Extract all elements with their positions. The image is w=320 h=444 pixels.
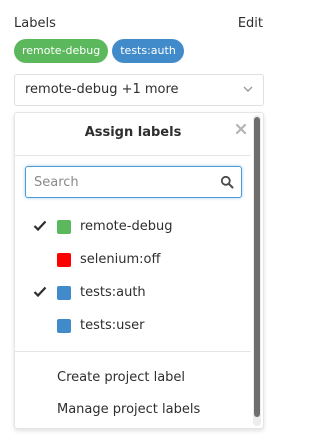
label-option-name: tests:auth	[80, 285, 146, 300]
label-option-selenium-off[interactable]: selenium:off	[15, 243, 251, 276]
dropdown-value: remote-debug +1 more	[25, 82, 179, 97]
label-chip-tests-auth[interactable]: tests:auth	[112, 39, 184, 63]
label-option-tests-auth[interactable]: tests:auth	[15, 276, 251, 309]
menu-title: Assign labels	[84, 125, 182, 140]
label-option-remote-debug[interactable]: remote-debug	[15, 210, 251, 243]
close-icon[interactable]	[235, 123, 247, 135]
scrollbar-thumb[interactable]	[254, 117, 260, 417]
labels-header: Labels Edit	[14, 13, 263, 33]
label-color-swatch	[57, 219, 71, 234]
check-icon	[33, 286, 47, 298]
edit-labels-link[interactable]: Edit	[238, 16, 263, 31]
search-box	[25, 166, 242, 198]
labels-dropdown-toggle[interactable]: remote-debug +1 more	[14, 74, 264, 106]
search-input[interactable]	[26, 167, 206, 197]
menu-divider	[15, 155, 251, 156]
selected-labels: remote-debug tests:auth	[14, 39, 184, 63]
label-color-swatch	[57, 318, 71, 333]
search-icon[interactable]	[220, 175, 234, 189]
create-project-label-link[interactable]: Create project label	[57, 370, 185, 390]
label-color-swatch	[57, 252, 71, 267]
label-option-name: remote-debug	[80, 219, 173, 234]
check-icon	[33, 220, 47, 232]
menu-divider	[15, 351, 251, 352]
check-slot	[15, 276, 57, 309]
assign-labels-menu: Assign labels remote-debug selenium:off	[14, 112, 264, 429]
check-slot	[15, 309, 57, 342]
label-option-tests-user[interactable]: tests:user	[15, 309, 251, 342]
check-slot	[15, 210, 57, 243]
check-slot	[15, 243, 57, 276]
menu-scrollbar[interactable]	[253, 115, 261, 426]
chevron-down-icon	[243, 86, 253, 92]
label-color-swatch	[57, 285, 71, 300]
label-option-name: selenium:off	[80, 252, 161, 267]
label-chip-remote-debug[interactable]: remote-debug	[14, 39, 109, 63]
label-option-name: tests:user	[80, 318, 145, 333]
manage-project-labels-link[interactable]: Manage project labels	[57, 402, 200, 422]
labels-title: Labels	[14, 15, 56, 31]
